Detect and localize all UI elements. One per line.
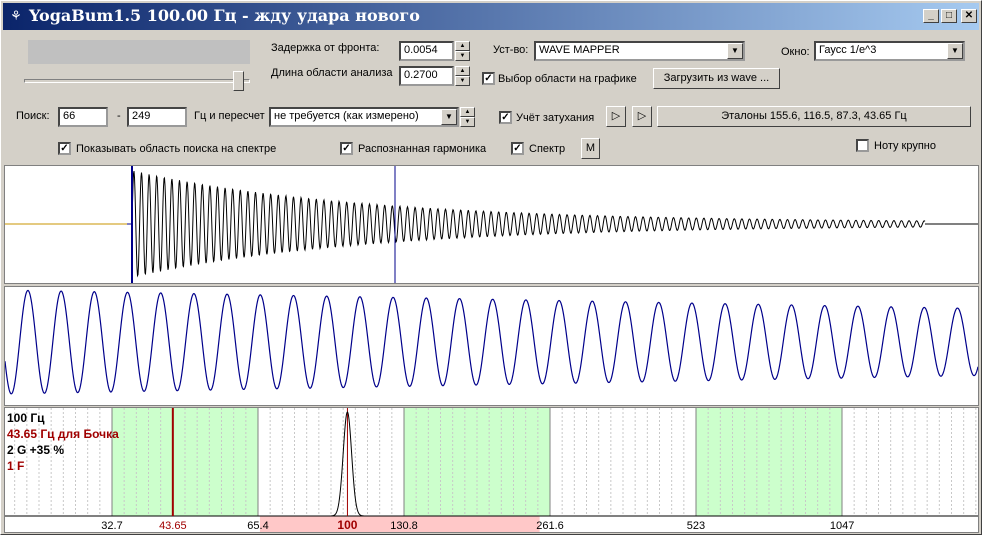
recalc-select[interactable]: не требуется (как измерено) ▼ [269, 107, 459, 127]
big-note-checkbox[interactable] [856, 139, 869, 152]
axis-label-5: 261.6 [536, 520, 564, 532]
spin-up-icon[interactable]: ▲ [460, 107, 475, 117]
delay-spinner[interactable]: ▲ ▼ [455, 41, 470, 61]
zoomed-waveform-plot[interactable] [4, 287, 979, 405]
m-button[interactable]: M [581, 138, 600, 159]
decay-label: Учёт затухания [516, 112, 595, 124]
spin-down-icon[interactable]: ▼ [455, 76, 470, 86]
info-note: 2 G +35 % [7, 443, 64, 457]
length-spinner[interactable]: ▲ ▼ [455, 66, 470, 86]
minimize-button[interactable]: _ [923, 9, 939, 23]
spectrum-panel[interactable]: 100 Гц 43.65 Гц для Бочка 2 G +35 % 1 F … [4, 407, 979, 533]
device-label: Уст-во: [493, 44, 529, 56]
recalc-select-value: не требуется (как измерено) [274, 110, 419, 122]
maximize-button[interactable]: □ [941, 9, 957, 23]
big-note-label: Ноту крупно [874, 140, 936, 152]
zoomed-sine-wave [4, 289, 979, 395]
search-dash: - [117, 110, 121, 122]
decay-checkbox[interactable]: ✓ [499, 111, 512, 124]
info-frequency: 100 Гц [7, 411, 45, 425]
delay-label: Задержка от фронта: [271, 42, 380, 54]
volume-slider-thumb[interactable] [232, 71, 244, 91]
spectrum-checkbox[interactable]: ✓ [511, 142, 524, 155]
volume-slider-track[interactable] [24, 79, 250, 83]
axis-label-0: 32.7 [101, 520, 122, 532]
info-note-2: 1 F [7, 459, 24, 473]
axis-label-3: 100 [337, 518, 357, 532]
play-button-2[interactable]: ▷ [632, 106, 652, 127]
recognized-harmonic-checkbox[interactable]: ✓ [340, 142, 353, 155]
spin-up-icon[interactable]: ▲ [455, 41, 470, 51]
device-select[interactable]: WAVE MAPPER ▼ [534, 41, 745, 61]
recalc-spinner[interactable]: ▲ ▼ [460, 107, 475, 127]
length-label: Длина области анализа [271, 67, 393, 79]
zoomed-waveform-panel[interactable] [4, 286, 979, 406]
window-label: Окно: [781, 46, 810, 58]
spin-down-icon[interactable]: ▼ [455, 51, 470, 61]
recognized-harmonic-label: Распознанная гармоника [358, 143, 487, 155]
device-select-value: WAVE MAPPER [539, 44, 620, 56]
show-search-area-checkbox[interactable]: ✓ [58, 142, 71, 155]
chevron-down-icon[interactable]: ▼ [441, 109, 457, 125]
app-icon[interactable]: ⚘ [9, 9, 23, 23]
chevron-down-icon[interactable]: ▼ [727, 43, 743, 59]
axis-label-1: 43.65 [159, 520, 187, 532]
window-select-value: Гаусс 1/e^3 [819, 44, 877, 56]
recalc-label: Гц и пересчет [194, 110, 265, 122]
window-title: YogaBum1.5 100.00 Гц - жду удара нового [29, 6, 420, 25]
load-wave-button[interactable]: Загрузить из wave ... [653, 68, 780, 89]
window-select[interactable]: Гаусс 1/e^3 ▼ [814, 41, 965, 61]
axis-label-4: 130.8 [390, 520, 418, 532]
spin-up-icon[interactable]: ▲ [455, 66, 470, 76]
main-window: ⚘ YogaBum1.5 100.00 Гц - жду удара новог… [0, 0, 982, 535]
spectrum-plot[interactable]: 100 Гц 43.65 Гц для Бочка 2 G +35 % 1 F … [5, 408, 978, 532]
select-on-graph-label: Выбор области на графике [498, 73, 637, 85]
axis-label-2: 65.4 [247, 520, 268, 532]
info-reference: 43.65 Гц для Бочка [7, 427, 119, 441]
decaying-waveform [131, 171, 926, 278]
length-input[interactable]: 0.2700 [399, 66, 454, 86]
show-search-area-label: Показывать область поиска на спектре [76, 143, 277, 155]
close-button[interactable]: ✕ [961, 9, 977, 23]
waveform-panel[interactable] [4, 165, 979, 284]
spin-down-icon[interactable]: ▼ [460, 117, 475, 127]
title-bar[interactable]: ⚘ YogaBum1.5 100.00 Гц - жду удара новог… [3, 3, 979, 30]
axis-label-6: 523 [687, 520, 705, 532]
chevron-down-icon[interactable]: ▼ [947, 43, 963, 59]
axis-label-7: 1047 [830, 520, 854, 532]
level-meter [28, 40, 250, 64]
waveform-plot[interactable] [5, 166, 978, 283]
select-on-graph-checkbox[interactable]: ✓ [482, 72, 495, 85]
search-label: Поиск: [16, 110, 50, 122]
spectrum-label: Спектр [529, 143, 566, 155]
search-to-input[interactable]: 249 [127, 107, 187, 127]
search-from-input[interactable]: 66 [58, 107, 108, 127]
delay-input[interactable]: 0.0054 [399, 41, 454, 61]
play-button-1[interactable]: ▷ [606, 106, 626, 127]
references-button[interactable]: Эталоны 155.6, 116.5, 87.3, 43.65 Гц [657, 106, 971, 127]
